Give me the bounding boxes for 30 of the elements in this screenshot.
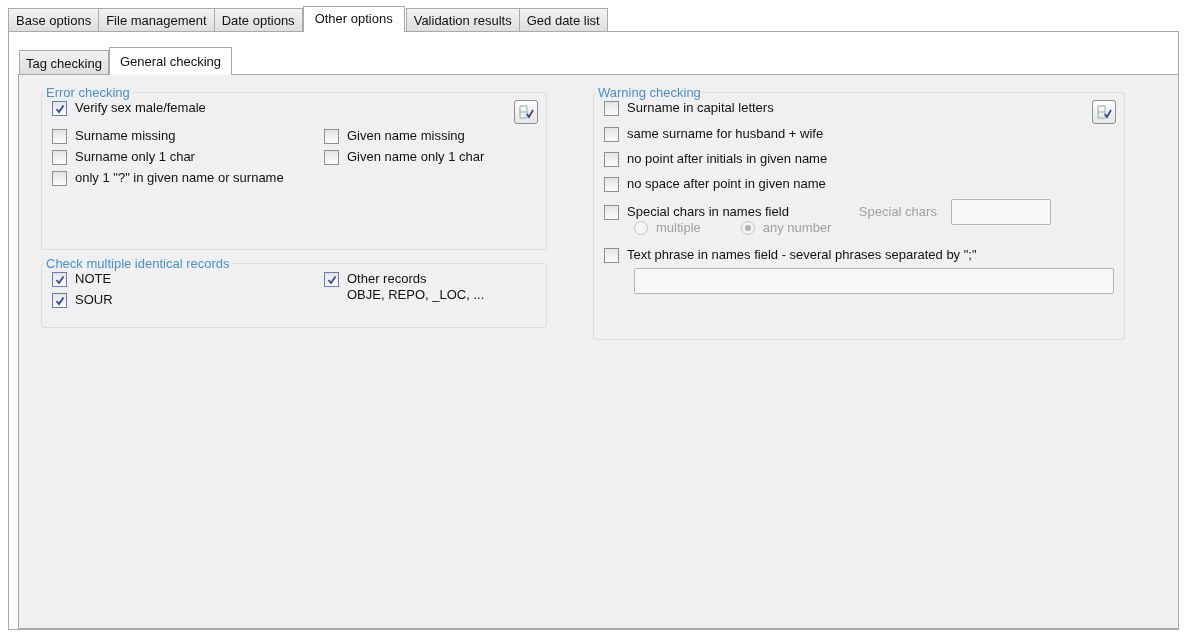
checkbox-label: Given name missing: [347, 128, 465, 143]
checkbox-label: Surname only 1 char: [75, 149, 195, 164]
checkbox-label: SOUR: [75, 292, 113, 307]
tab[interactable]: Base options: [8, 8, 100, 31]
checkbox-label: Verify sex male/female: [75, 100, 206, 115]
field-label: Special chars: [858, 204, 937, 219]
tab[interactable]: Other options: [302, 6, 405, 32]
tab[interactable]: File management: [98, 8, 215, 31]
checkbox-label: Surname in capital letters: [627, 100, 774, 115]
radio-label: any number: [762, 220, 832, 235]
checkbox-label: Text phrase in names field - several phrases separated by ";": [627, 247, 977, 262]
checkbox-label: Special chars in names field: [627, 204, 789, 219]
checkbox-label: only 1 "?" in given name or surname: [75, 170, 284, 185]
tab[interactable]: General checking: [108, 47, 233, 75]
tab[interactable]: Ged date list: [518, 8, 608, 31]
group-title: Error checking: [45, 85, 131, 100]
tab[interactable]: Validation results: [405, 8, 520, 31]
checkbox-label: Surname missing: [75, 128, 176, 143]
checkbox-label: no space after point in given name: [627, 176, 826, 191]
group-title: Warning checking: [597, 85, 702, 100]
checkbox-label: Other records: [347, 271, 428, 287]
checkbox-label: Given name only 1 char: [347, 149, 485, 164]
checkbox-label: NOTE: [75, 271, 112, 286]
checkbox-label: same surname for husband + wife: [627, 126, 824, 141]
radio-label: multiple: [656, 220, 701, 235]
checkbox-sublabel: OBJE, REPO, _LOC, ...: [347, 287, 485, 303]
checkbox-label: no point after initials in given name: [627, 151, 828, 166]
group-title: Check multiple identical records: [45, 256, 231, 271]
tab[interactable]: Tag checking: [19, 50, 109, 74]
tab[interactable]: Date options: [213, 8, 303, 31]
